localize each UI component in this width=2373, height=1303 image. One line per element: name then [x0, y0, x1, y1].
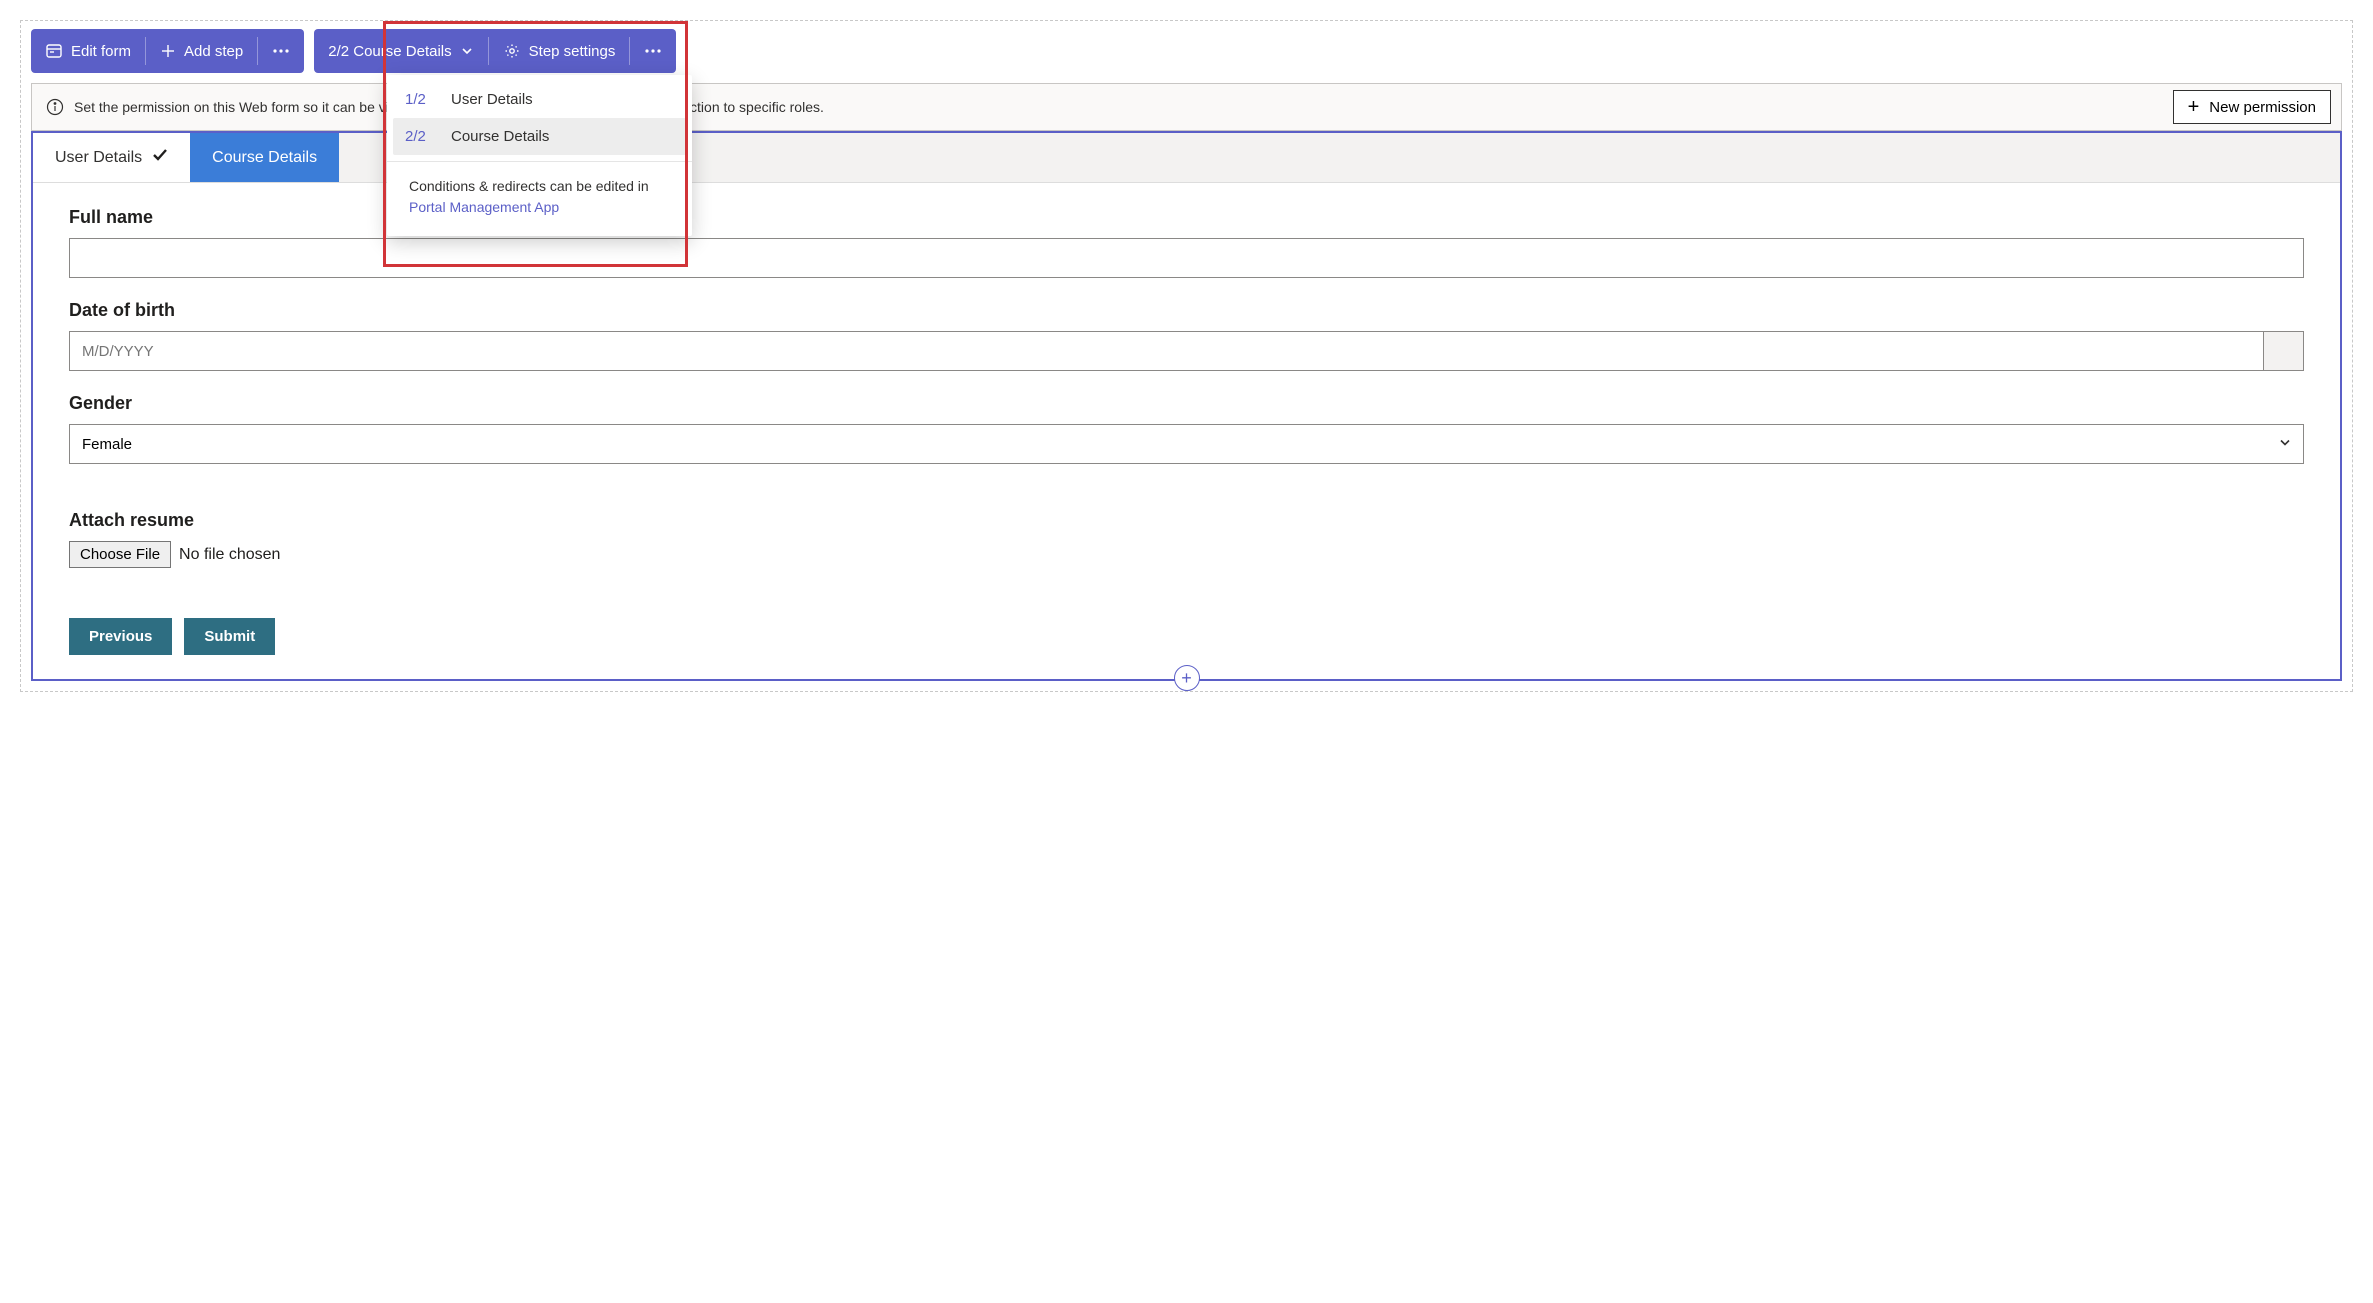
previous-button[interactable]: Previous: [69, 618, 172, 655]
step-dropdown-item[interactable]: 1/2 User Details: [387, 81, 692, 118]
toolbar-more-button-right[interactable]: [630, 29, 676, 73]
dob-input[interactable]: [69, 331, 2264, 371]
step-fraction: 2/2: [405, 128, 433, 145]
step-fraction: 1/2: [405, 91, 433, 108]
toolbar: Edit form Add step 2/2 Course Details: [31, 29, 2342, 73]
step-settings-button[interactable]: Step settings: [489, 29, 630, 73]
form-actions: Previous Submit: [69, 618, 2304, 667]
info-icon: [46, 98, 64, 116]
form-content-frame[interactable]: User Details Course Details Full name Da…: [31, 131, 2342, 681]
step-tabs: User Details Course Details: [33, 133, 2340, 183]
toolbar-group-right: 2/2 Course Details Step settings: [314, 29, 676, 73]
field-gender: Gender Female: [69, 393, 2304, 464]
step-selector-label: 2/2 Course Details: [328, 43, 451, 60]
plus-icon: +: [2188, 97, 2200, 117]
gender-select[interactable]: Female: [69, 424, 2304, 464]
more-icon: [272, 49, 290, 53]
full-name-input[interactable]: [69, 238, 2304, 278]
gear-icon: [503, 42, 521, 60]
form-icon: [45, 42, 63, 60]
tab-course-details[interactable]: Course Details: [190, 133, 339, 182]
field-resume: Attach resume Choose File No file chosen: [69, 510, 2304, 568]
plus-icon: [160, 43, 176, 59]
edit-form-label: Edit form: [71, 43, 131, 60]
step-dropdown-item-selected[interactable]: 2/2 Course Details: [393, 118, 686, 155]
editor-canvas: Edit form Add step 2/2 Course Details: [20, 20, 2353, 692]
dropdown-footer: Conditions & redirects can be edited in …: [387, 162, 692, 236]
resume-label: Attach resume: [69, 510, 2304, 531]
dropdown-footer-text: Conditions & redirects can be edited in: [409, 178, 649, 194]
step-dropdown-panel: 1/2 User Details 2/2 Course Details Cond…: [387, 75, 692, 236]
form-body: Full name Date of birth Gender Female: [33, 183, 2340, 679]
dob-label: Date of birth: [69, 300, 2304, 321]
toolbar-group-left: Edit form Add step: [31, 29, 304, 73]
more-icon: [644, 49, 662, 53]
step-name: Course Details: [451, 128, 549, 145]
tab-label: Course Details: [212, 149, 317, 167]
add-below-button[interactable]: +: [1174, 665, 1200, 691]
tab-label: User Details: [55, 149, 142, 167]
new-permission-button[interactable]: + New permission: [2173, 90, 2331, 124]
tab-user-details[interactable]: User Details: [33, 133, 190, 182]
gender-label: Gender: [69, 393, 2304, 414]
check-icon: [152, 147, 168, 168]
chevron-down-icon: [460, 44, 474, 58]
new-permission-label: New permission: [2209, 99, 2316, 116]
step-name: User Details: [451, 91, 533, 108]
gender-value: Female: [82, 436, 132, 453]
permission-bar: Set the permission on this Web form so i…: [31, 83, 2342, 131]
choose-file-button[interactable]: Choose File: [69, 541, 171, 568]
field-dob: Date of birth: [69, 300, 2304, 371]
submit-button[interactable]: Submit: [184, 618, 275, 655]
step-selector-button[interactable]: 2/2 Course Details: [314, 29, 487, 73]
portal-management-link[interactable]: Portal Management App: [409, 199, 559, 215]
dob-picker-button[interactable]: [2264, 331, 2304, 371]
add-step-label: Add step: [184, 43, 243, 60]
edit-form-button[interactable]: Edit form: [31, 29, 145, 73]
toolbar-more-button-left[interactable]: [258, 29, 304, 73]
step-settings-label: Step settings: [529, 43, 616, 60]
file-status: No file chosen: [179, 546, 280, 564]
add-step-button[interactable]: Add step: [146, 29, 257, 73]
